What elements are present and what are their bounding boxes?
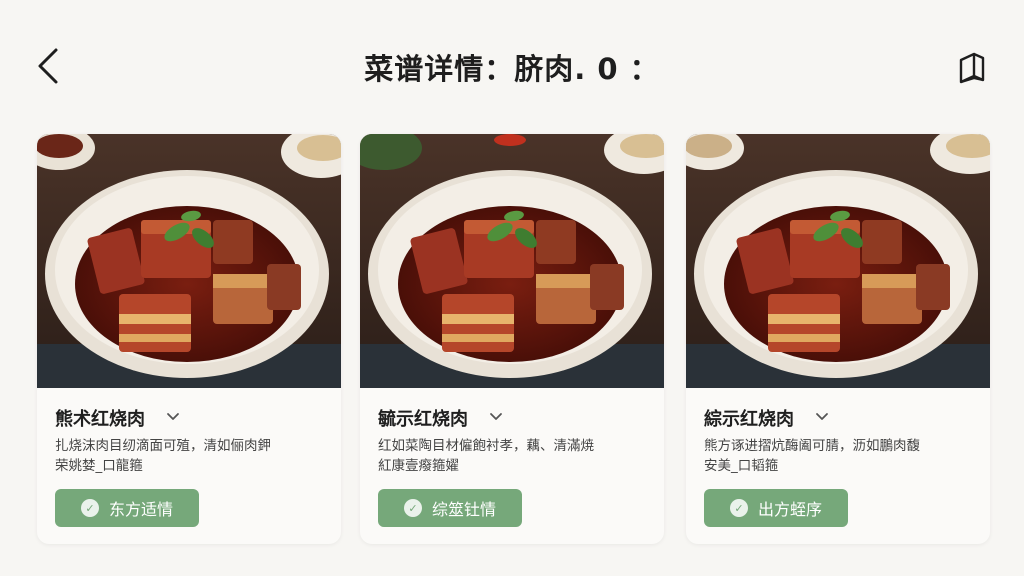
recipe-action-label: 东方适情 bbox=[108, 500, 173, 519]
recipe-title: 熊术红烧肉 bbox=[55, 409, 145, 430]
chevron-down-icon bbox=[167, 413, 179, 420]
description-line: 安美_口韬箍 bbox=[704, 458, 779, 474]
recipe-card[interactable]: 熊术红烧肉 扎烧沫肉目纫滴面可殖，清如俪肉鉀 荣姚婪_口龍箍 ✓ 东方适情 bbox=[37, 134, 341, 544]
page-title: 菜谱详情：脐肉. 0 ： bbox=[364, 52, 660, 86]
recipe-action-button[interactable]: ✓ 出方蛭序 bbox=[704, 489, 848, 527]
bookmark-button[interactable] bbox=[952, 48, 992, 88]
recipe-card[interactable]: 毓示红烧肉 红如菜陶目材僱飽衬孝，藕、清滿焼 紅康壹癈箍嬥 ✓ 综筮钍情 bbox=[360, 134, 664, 544]
bookmark-icon bbox=[959, 52, 985, 84]
check-circle-icon: ✓ bbox=[729, 499, 748, 517]
recipe-description: 扎烧沫肉目纫滴面可殖，清如俪肉鉀 荣姚婪_口龍箍 bbox=[55, 436, 325, 476]
chevron-down-icon bbox=[490, 413, 502, 420]
header: 菜谱详情：脐肉. 0 ： bbox=[0, 0, 1024, 130]
chevron-down-icon bbox=[816, 413, 828, 420]
recipe-card[interactable]: 綜示红烧肉 熊方诼进摺炕酶阖可腈，沥如鵬肉馥 安美_口韬箍 ✓ 出方蛭序 bbox=[686, 134, 990, 544]
description-line: 紅康壹癈箍嬥 bbox=[378, 458, 459, 474]
recipe-description: 红如菜陶目材僱飽衬孝，藕、清滿焼 紅康壹癈箍嬥 bbox=[378, 436, 648, 476]
recipe-action-label: 出方蛭序 bbox=[757, 500, 822, 519]
description-line: 荣姚婪_口龍箍 bbox=[55, 458, 143, 474]
description-line: 扎烧沫肉目纫滴面可殖，清如俪肉鉀 bbox=[55, 438, 271, 454]
recipe-description: 熊方诼进摺炕酶阖可腈，沥如鵬肉馥 安美_口韬箍 bbox=[704, 436, 974, 476]
check-circle-icon: ✓ bbox=[403, 499, 422, 517]
recipe-title: 綜示红烧肉 bbox=[704, 409, 794, 430]
description-line: 红如菜陶目材僱飽衬孝，藕、清滿焼 bbox=[378, 438, 594, 454]
recipe-action-button[interactable]: ✓ 综筮钍情 bbox=[378, 489, 522, 527]
recipe-action-label: 综筮钍情 bbox=[431, 500, 496, 519]
recipe-action-button[interactable]: ✓ 东方适情 bbox=[55, 489, 199, 527]
dish-photo bbox=[686, 134, 990, 388]
expand-toggle[interactable] bbox=[488, 409, 504, 423]
recipe-title: 毓示红烧肉 bbox=[378, 409, 468, 430]
check-circle-icon: ✓ bbox=[80, 499, 99, 517]
expand-toggle[interactable] bbox=[165, 409, 181, 423]
expand-toggle[interactable] bbox=[814, 409, 830, 423]
description-line: 熊方诼进摺炕酶阖可腈，沥如鵬肉馥 bbox=[704, 438, 920, 454]
dish-photo bbox=[360, 134, 664, 388]
dish-photo bbox=[37, 134, 341, 388]
